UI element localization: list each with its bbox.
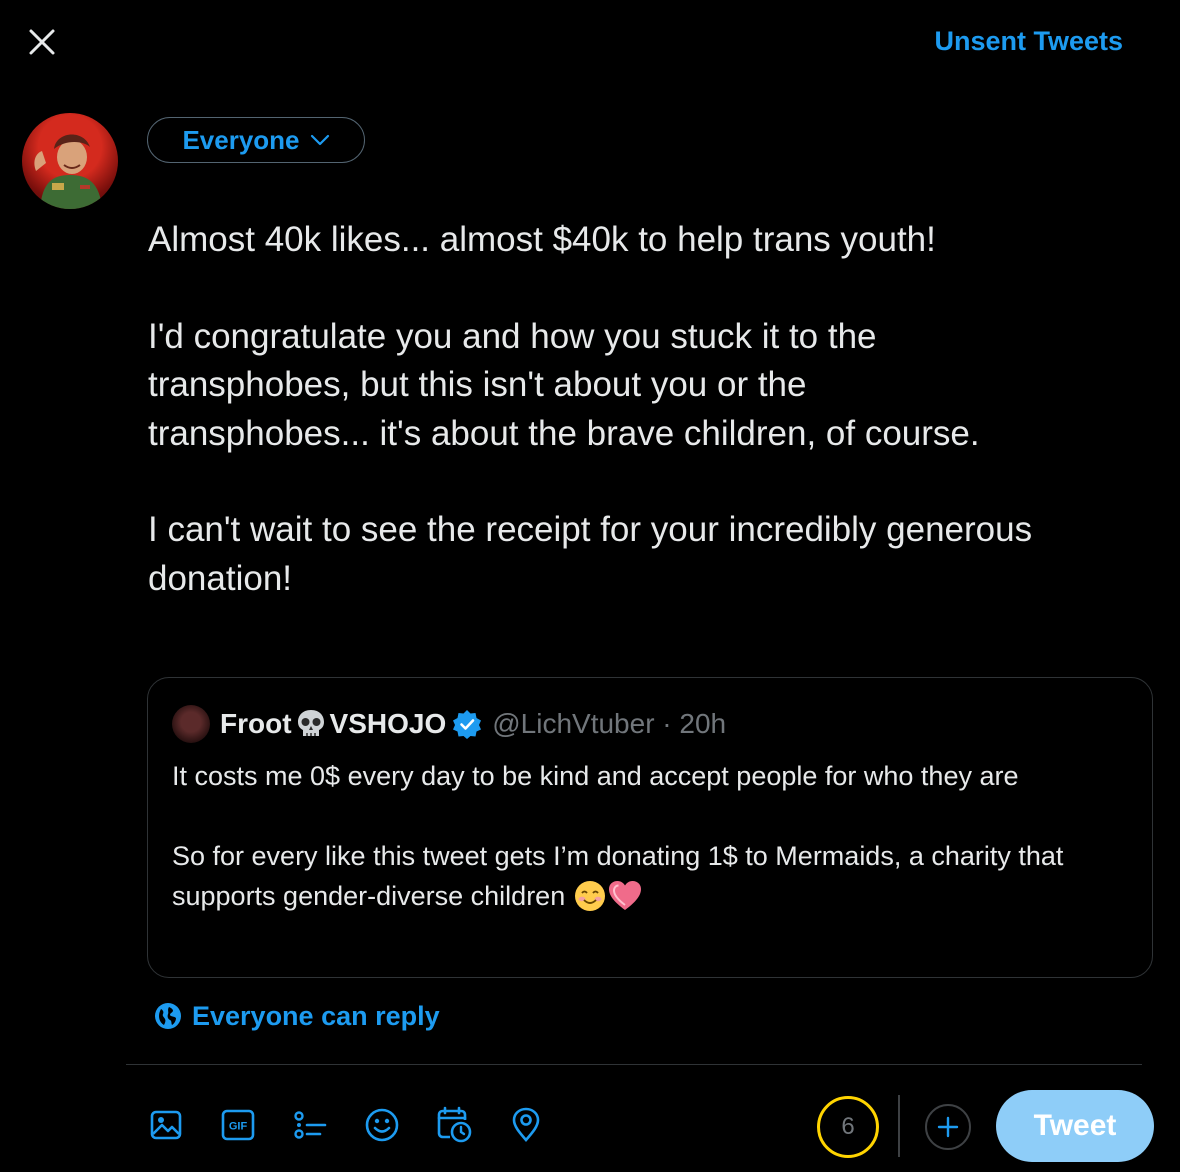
character-count: 6: [841, 1113, 855, 1140]
chevron-down-icon: [310, 134, 329, 146]
audience-label: Everyone: [182, 124, 300, 155]
quoted-tweet[interactable]: Froot VSHOJO @LichVtuber · 20h It costs …: [147, 677, 1153, 978]
quoted-paragraph: It costs me 0$ every day to be kind and …: [172, 761, 1019, 791]
tweet-paragraph: Almost 40k likes... almost $40k to help …: [148, 220, 936, 259]
quoted-name-part1: Froot: [220, 708, 292, 739]
reply-setting[interactable]: Everyone can reply: [154, 999, 440, 1033]
quoted-avatar: [172, 705, 210, 743]
character-counter: 6: [817, 1096, 879, 1158]
tweet-text-editor[interactable]: Almost 40k likes... almost $40k to help …: [148, 216, 1158, 603]
emoji-button[interactable]: [362, 1105, 402, 1145]
reply-setting-label: Everyone can reply: [192, 1000, 440, 1031]
quoted-tweet-body: It costs me 0$ every day to be kind and …: [172, 756, 1122, 924]
schedule-icon: [437, 1106, 472, 1143]
gif-icon-label: GIF: [229, 1121, 248, 1133]
tweet-button[interactable]: Tweet: [996, 1090, 1154, 1162]
schedule-button[interactable]: [434, 1105, 474, 1145]
tweet-paragraph: I'd congratulate you and how you stuck i…: [148, 316, 980, 453]
poll-icon: [294, 1111, 327, 1139]
tweet-paragraph: I can't wait to see the receipt for your…: [148, 510, 1033, 598]
globe-icon: [155, 1003, 181, 1029]
close-icon: [29, 29, 55, 55]
heart-emoji-icon: [607, 879, 643, 924]
verified-badge-icon: [452, 709, 482, 739]
toolbar-separator: [898, 1095, 900, 1157]
close-button[interactable]: [22, 22, 62, 62]
unsent-tweets-link[interactable]: Unsent Tweets: [934, 26, 1123, 57]
location-pin-icon: [512, 1107, 540, 1142]
emoji-icon: [365, 1108, 399, 1142]
quoted-paragraph-with-emoji: So for every like this tweet gets I’m do…: [172, 836, 1122, 924]
audience-selector[interactable]: Everyone: [147, 117, 365, 163]
skull-icon: [294, 707, 328, 741]
avatar[interactable]: [22, 113, 118, 209]
location-button[interactable]: [506, 1105, 546, 1145]
divider: [126, 1064, 1142, 1065]
media-button[interactable]: [146, 1105, 186, 1145]
quoted-handle-time: @LichVtuber · 20h: [492, 708, 727, 739]
poll-button[interactable]: [290, 1105, 330, 1145]
smiling-blush-emoji-icon: [573, 879, 607, 924]
gif-button[interactable]: GIF: [218, 1105, 258, 1145]
add-tweet-button[interactable]: [925, 1104, 971, 1150]
plus-icon: [937, 1116, 959, 1138]
gif-icon: GIF: [221, 1109, 255, 1141]
quoted-name-part2: VSHOJO: [329, 708, 447, 739]
avatar-image: [34, 134, 102, 209]
quoted-tweet-header: Froot VSHOJO @LichVtuber · 20h: [172, 704, 726, 744]
image-icon: [150, 1110, 182, 1140]
